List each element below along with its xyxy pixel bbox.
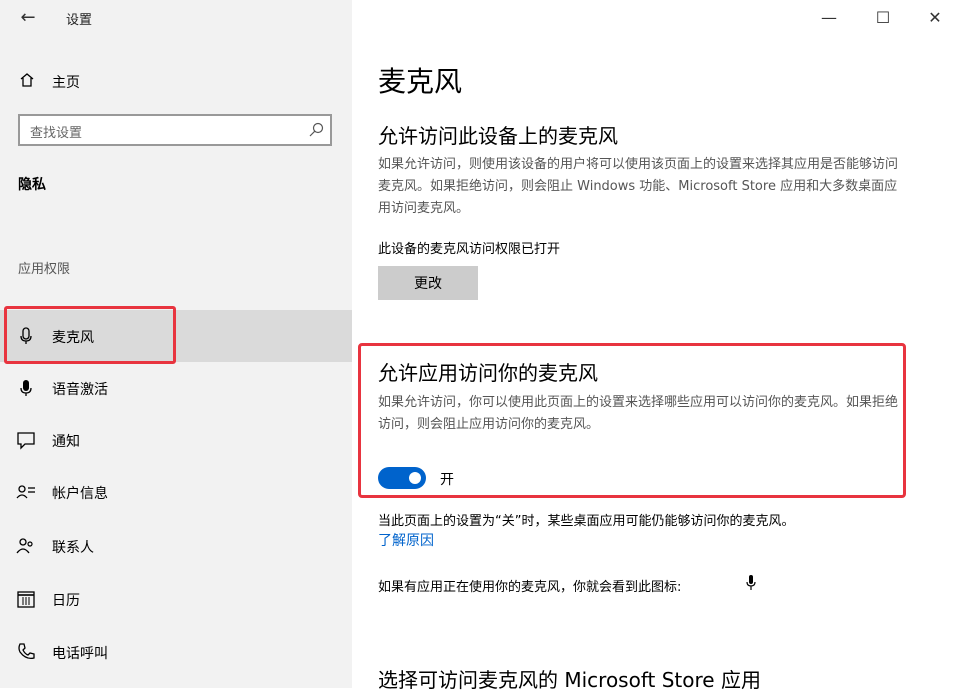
- home-label: 主页: [52, 75, 80, 91]
- device-access-status: 此设备的麦克风访问权限已打开: [378, 242, 561, 257]
- device-access-description: 如果允许访问，则使用该设备的用户将可以使用该页面上的设置来选择其应用是否能够访问…: [378, 157, 899, 216]
- maximize-icon: ☐: [875, 8, 891, 27]
- contacts-icon: [16, 538, 33, 554]
- page-title: 麦克风: [378, 65, 463, 98]
- phone-icon: [18, 643, 35, 660]
- voice-activation-icon: [20, 380, 32, 396]
- change-button[interactable]: 更改: [378, 266, 478, 300]
- group-title: 应用权限: [18, 262, 71, 277]
- sidebar-item-calendar[interactable]: 日历: [0, 573, 352, 625]
- sidebar: ← 设置 主页 查找设置 隐私 应用权限 麦克风 语音激活 通知 帐户信息 联系…: [0, 0, 352, 688]
- sidebar-item-contacts[interactable]: 联系人: [0, 520, 352, 572]
- close-button[interactable]: ✕: [912, 4, 958, 32]
- sidebar-item-label: 日历: [52, 593, 80, 609]
- sidebar-item-label: 语音激活: [52, 382, 108, 398]
- app-access-description: 如果允许访问，你可以使用此页面上的设置来选择哪些应用可以访问你的麦克风。如果拒绝…: [378, 395, 899, 432]
- sidebar-item-label: 电话呼叫: [52, 646, 108, 662]
- maximize-button[interactable]: ☐: [860, 4, 906, 32]
- calendar-icon: [17, 591, 35, 608]
- sidebar-item-home[interactable]: 主页: [0, 64, 352, 98]
- store-apps-heading: 选择可访问麦克风的 Microsoft Store 应用: [378, 668, 761, 692]
- app-access-heading: 允许应用访问你的麦克风: [378, 361, 598, 385]
- notification-icon: [17, 432, 35, 450]
- back-arrow-icon: ←: [20, 7, 36, 28]
- mic-icon-note: 如果有应用正在使用你的麦克风，你就会看到此图标:: [378, 580, 682, 595]
- section-title: 隐私: [18, 177, 46, 193]
- search-input[interactable]: 查找设置: [18, 114, 332, 146]
- sidebar-item-account-info[interactable]: 帐户信息: [0, 466, 352, 518]
- minimize-button[interactable]: —: [806, 4, 852, 32]
- sidebar-item-phone-calls[interactable]: 电话呼叫: [0, 626, 352, 678]
- toggle-state-label: 开: [440, 472, 454, 488]
- desktop-apps-note: 当此页面上的设置为“关”时，某些桌面应用可能仍能够访问你的麦克风。: [378, 514, 795, 529]
- home-icon: [20, 73, 34, 87]
- sidebar-item-notifications[interactable]: 通知: [0, 414, 352, 466]
- learn-more-link[interactable]: 了解原因: [378, 530, 434, 550]
- highlight-box-sidebar: [4, 306, 176, 364]
- close-icon: ✕: [928, 8, 942, 27]
- search-placeholder: 查找设置: [30, 126, 83, 141]
- search-icon: [309, 122, 324, 137]
- device-access-heading: 允许访问此设备上的麦克风: [378, 124, 618, 148]
- microphone-in-use-icon: [746, 575, 756, 590]
- sidebar-item-voice-activation[interactable]: 语音激活: [0, 362, 352, 414]
- back-button[interactable]: ←: [14, 6, 42, 30]
- account-info-icon: [16, 485, 35, 499]
- sidebar-item-label: 通知: [52, 434, 80, 450]
- sidebar-item-label: 帐户信息: [52, 486, 108, 502]
- sidebar-item-label: 联系人: [52, 540, 94, 556]
- app-access-toggle[interactable]: [378, 467, 426, 489]
- minimize-icon: —: [821, 8, 837, 27]
- window-title: 设置: [66, 13, 93, 28]
- toggle-knob: [409, 472, 421, 484]
